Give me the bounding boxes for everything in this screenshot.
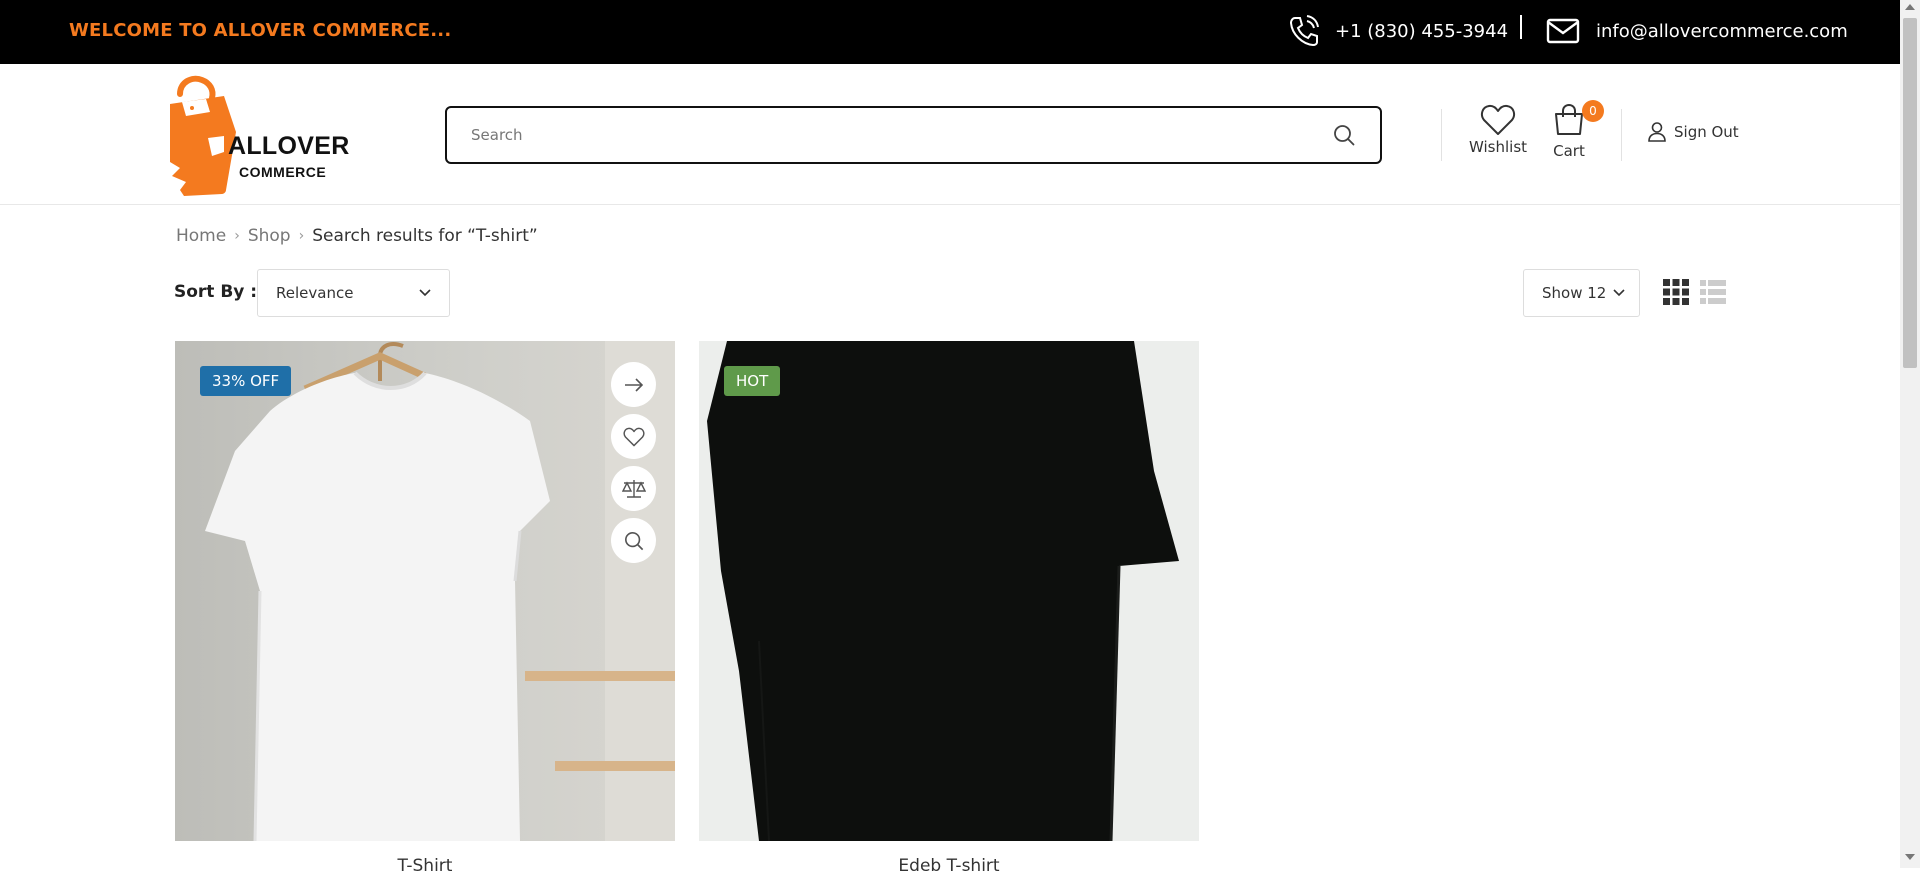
white-tshirt-image <box>175 341 675 841</box>
zoom-button[interactable] <box>611 518 656 563</box>
grid-view-icon <box>1663 279 1689 305</box>
search-bar <box>445 106 1382 164</box>
arrow-right-icon <box>624 377 643 392</box>
heart-icon <box>1480 104 1516 135</box>
logo-text-allover: ALLOVER <box>228 132 350 160</box>
list-view-button[interactable] <box>1700 279 1726 305</box>
breadcrumb-shop[interactable]: Shop <box>248 226 291 246</box>
product-title[interactable]: T-Shirt <box>175 856 675 876</box>
breadcrumb-separator-icon: › <box>234 228 240 244</box>
scrollbar-thumb[interactable] <box>1903 18 1917 368</box>
site-header: ALLOVER COMMERCE Wishlist 0 Cart <box>0 64 1900 205</box>
scroll-down-arrow-icon[interactable] <box>1905 854 1915 860</box>
zoom-icon <box>624 531 643 550</box>
breadcrumb-home[interactable]: Home <box>176 226 226 246</box>
breadcrumb-separator-icon: › <box>298 228 305 244</box>
email-contact[interactable]: info@allovercommerce.com <box>1546 12 1848 50</box>
heart-icon <box>622 427 645 446</box>
product-card[interactable]: HOT <box>699 341 1199 841</box>
header-divider <box>1621 109 1622 161</box>
cart-label: Cart <box>1553 142 1585 160</box>
search-input[interactable] <box>471 126 1332 144</box>
phone-icon <box>1289 15 1319 47</box>
cart-count-badge: 0 <box>1582 100 1604 122</box>
site-logo[interactable]: ALLOVER COMMERCE <box>166 72 349 196</box>
cart-button[interactable]: 0 Cart <box>1552 100 1604 160</box>
list-view-icon <box>1700 280 1726 304</box>
compare-button[interactable] <box>611 466 656 511</box>
search-button[interactable] <box>1332 123 1356 147</box>
chevron-down-icon <box>1613 289 1625 297</box>
quick-view-arrow-button[interactable] <box>611 362 656 407</box>
user-icon <box>1648 122 1666 142</box>
black-tshirt-image <box>699 341 1199 841</box>
chevron-down-icon <box>419 289 431 297</box>
page-scrollbar[interactable] <box>1900 0 1920 868</box>
top-divider <box>1520 15 1522 39</box>
sign-out-label: Sign Out <box>1674 123 1739 141</box>
show-count-select[interactable]: Show 12 <box>1523 269 1640 317</box>
breadcrumb-current: Search results for “T-shirt” <box>312 226 538 246</box>
product-title[interactable]: Edeb T-shirt <box>699 856 1199 876</box>
wishlist-button[interactable]: Wishlist <box>1469 104 1527 156</box>
wishlist-label: Wishlist <box>1469 138 1528 156</box>
top-bar: WELCOME TO ALLOVER COMMERCE... +1 (830) … <box>0 0 1900 64</box>
show-count-value: Show 12 <box>1542 284 1607 302</box>
product-card[interactable]: 33% OFF <box>175 341 675 841</box>
product-actions <box>611 362 656 570</box>
header-divider <box>1441 109 1442 161</box>
sort-select[interactable]: Relevance <box>257 269 450 317</box>
discount-badge: 33% OFF <box>200 366 292 396</box>
phone-contact[interactable]: +1 (830) 455-3944 <box>1289 12 1508 50</box>
cart-icon <box>1555 103 1583 135</box>
scroll-up-arrow-icon[interactable] <box>1905 4 1915 10</box>
grid-view-button[interactable] <box>1663 279 1689 305</box>
welcome-text: WELCOME TO ALLOVER COMMERCE... <box>69 20 452 41</box>
logo-text-commerce: COMMERCE <box>239 164 327 180</box>
sign-out-button[interactable]: Sign Out <box>1648 122 1739 142</box>
email-address: info@allovercommerce.com <box>1596 20 1848 42</box>
mail-icon <box>1546 18 1580 44</box>
breadcrumb: Home › Shop › Search results for “T-shir… <box>176 226 538 246</box>
hot-badge: HOT <box>724 366 781 396</box>
sort-by-label: Sort By : <box>174 282 258 302</box>
phone-number: +1 (830) 455-3944 <box>1335 20 1509 42</box>
search-icon <box>1334 125 1355 146</box>
compare-icon <box>621 479 646 498</box>
sort-select-value: Relevance <box>276 284 354 302</box>
add-to-wishlist-button[interactable] <box>611 414 656 459</box>
